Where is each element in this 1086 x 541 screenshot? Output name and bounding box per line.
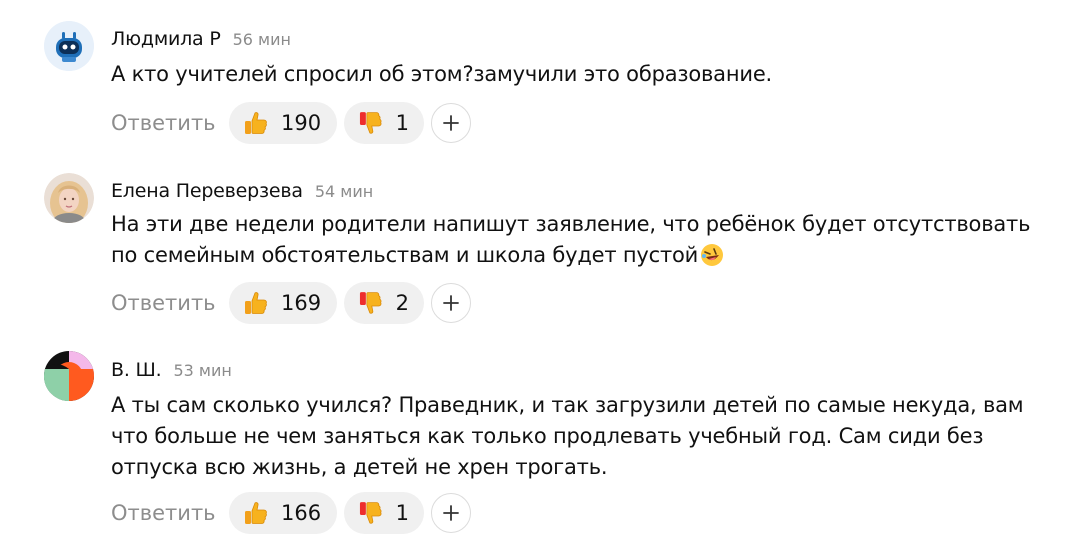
thumbs-down-icon [359, 292, 382, 314]
like-count: 169 [281, 291, 322, 315]
author-name[interactable]: Елена Переверзева [111, 180, 303, 202]
comment-line: по семейным обстоятельствам и школа буде… [111, 243, 699, 267]
comment-text: На эти две недели родители напишут заявл… [111, 209, 1061, 271]
like-count: 190 [281, 111, 322, 135]
abstract-avatar-icon [44, 351, 94, 401]
avatar[interactable] [44, 21, 94, 71]
thumbs-down-icon [359, 112, 382, 134]
dislike-count: 2 [395, 291, 409, 315]
avatar[interactable] [44, 173, 94, 223]
add-reaction-button[interactable] [431, 283, 471, 323]
comment-text: А кто учителей спросил об этом?замучили … [111, 59, 1061, 90]
dislike-button[interactable]: 2 [344, 282, 424, 324]
comment-line: А ты сам сколько учился? Праведник, и та… [111, 393, 1024, 417]
reply-button[interactable]: Ответить [111, 291, 216, 315]
dislike-count: 1 [395, 501, 409, 525]
robot-avatar-icon [44, 21, 94, 71]
like-button[interactable]: 166 [229, 492, 337, 534]
author-name[interactable]: Людмила Р [111, 28, 221, 50]
comment-time: 54 мин [314, 182, 374, 201]
dislike-count: 1 [395, 111, 409, 135]
add-reaction-button[interactable] [431, 103, 471, 143]
comment-line: отпуска всю жизнь, а детей не хрен трога… [111, 455, 608, 479]
like-button[interactable]: 190 [229, 102, 337, 144]
comment-line: На эти две недели родители напишут заявл… [111, 212, 1031, 236]
comment-time: 53 мин [173, 361, 232, 380]
like-count: 166 [281, 501, 322, 525]
thumbs-up-icon [245, 112, 267, 134]
thumbs-down-icon [359, 502, 382, 524]
thumbs-up-icon [245, 292, 267, 314]
dislike-button[interactable]: 1 [344, 492, 424, 534]
comment-time: 56 мин [232, 30, 291, 49]
plus-icon [443, 295, 459, 311]
dislike-button[interactable]: 1 [344, 102, 424, 144]
like-button[interactable]: 169 [229, 282, 337, 324]
avatar[interactable] [44, 351, 94, 401]
add-reaction-button[interactable] [431, 493, 471, 533]
rolling-laughing-emoji-icon [701, 244, 724, 266]
comment-line: А кто учителей спросил об этом?замучили … [111, 62, 773, 86]
user-photo-avatar [44, 173, 94, 223]
author-name[interactable]: В. Ш. [111, 359, 162, 381]
thumbs-up-icon [245, 502, 267, 524]
comment-text: А ты сам сколько учился? Праведник, и та… [111, 390, 1061, 483]
reply-button[interactable]: Ответить [111, 111, 216, 135]
reply-button[interactable]: Ответить [111, 501, 216, 525]
comment-line: что больше не чем заняться как только пр… [111, 424, 984, 448]
plus-icon [443, 115, 459, 131]
plus-icon [443, 505, 459, 521]
